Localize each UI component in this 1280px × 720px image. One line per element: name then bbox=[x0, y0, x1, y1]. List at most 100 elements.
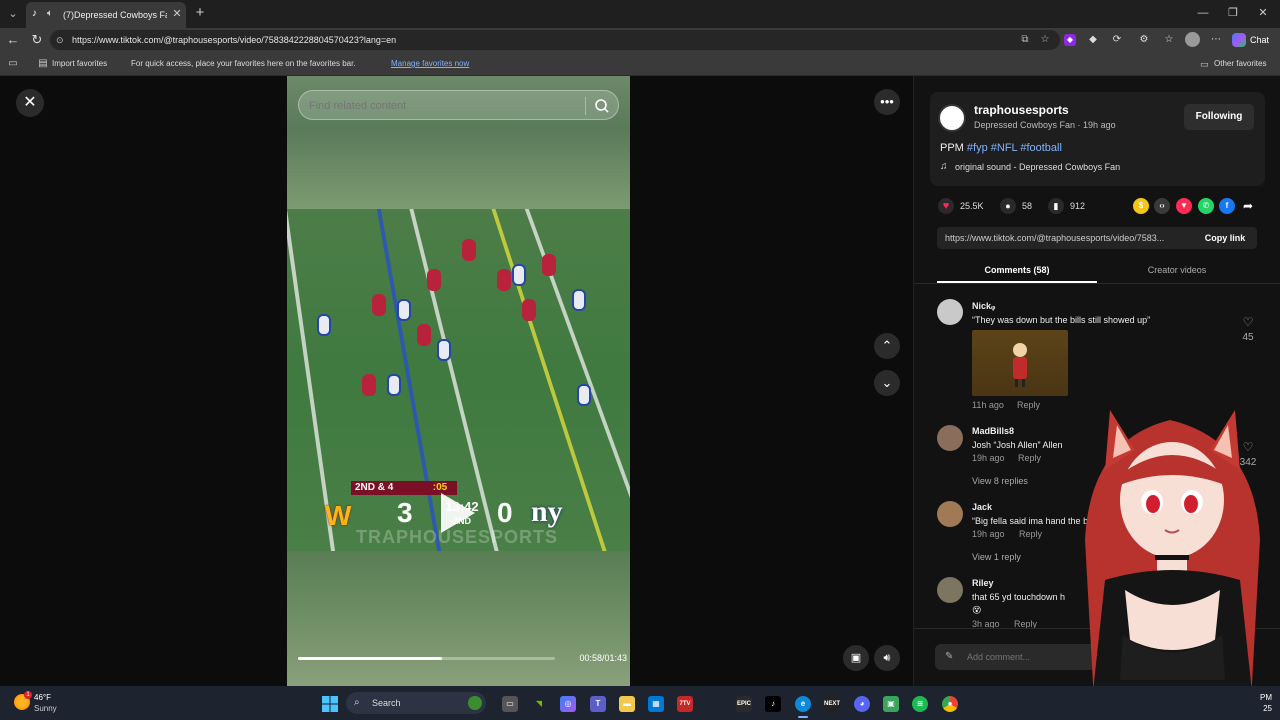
copilot-chat-button[interactable]: Chat bbox=[1232, 31, 1276, 49]
comment-reply-button[interactable]: Reply bbox=[1019, 528, 1059, 540]
video-progress-bar[interactable] bbox=[298, 657, 555, 660]
comment-like-heart-icon[interactable]: ♡ bbox=[1241, 315, 1255, 329]
epic-games-icon[interactable]: EPIC bbox=[736, 696, 752, 712]
microsoft-store-icon[interactable]: ▦ bbox=[648, 696, 664, 712]
facebook-icon[interactable]: f bbox=[1219, 198, 1235, 214]
comment-bubble-icon[interactable]: ● bbox=[1000, 198, 1016, 214]
taskbar-search-box[interactable]: ⌕ Search bbox=[346, 692, 486, 714]
minimize-window-icon[interactable]: — bbox=[1188, 4, 1218, 22]
comment-avatar[interactable] bbox=[937, 577, 963, 603]
previous-video-chevron-up-icon[interactable]: ⌃ bbox=[874, 333, 900, 359]
video-player[interactable]: 2ND & 4 :05 W 3 13:42 2ND 0 ny TRAPHOUSE… bbox=[287, 76, 630, 686]
caption-prefix: PPM bbox=[940, 142, 967, 154]
reload-icon[interactable]: ↻ bbox=[28, 31, 46, 49]
tab-creator-videos[interactable]: Creator videos bbox=[1097, 262, 1257, 278]
taskbar-time[interactable]: PM bbox=[1242, 693, 1272, 703]
comment-author[interactable]: Nickᵩ bbox=[972, 300, 1092, 312]
manage-favorites-link[interactable]: Manage favorites now bbox=[391, 57, 481, 71]
profile-avatar-icon[interactable] bbox=[1185, 32, 1200, 47]
7tv-app-icon[interactable]: 7TV bbox=[677, 696, 693, 712]
site-info-icon[interactable]: ⊙ bbox=[56, 33, 70, 47]
close-video-icon[interactable]: ✕ bbox=[16, 89, 44, 117]
audio-playing-icon[interactable]: 🔈︎ bbox=[47, 8, 59, 20]
like-heart-icon[interactable]: ♥ bbox=[938, 198, 954, 214]
spotify-app-icon[interactable]: ≋ bbox=[912, 696, 928, 712]
extension-tool-icon[interactable]: ⚙ bbox=[1136, 32, 1152, 48]
comment-avatar[interactable] bbox=[937, 299, 963, 325]
player bbox=[572, 289, 586, 311]
taskbar-date[interactable]: 25 bbox=[1242, 704, 1272, 714]
favorites-list-icon[interactable]: ☆ bbox=[1161, 32, 1177, 48]
extension-diamond-icon[interactable]: ◆ bbox=[1085, 32, 1101, 48]
task-view-icon[interactable]: ▭ bbox=[502, 696, 518, 712]
chrome-app-icon[interactable]: ● bbox=[942, 696, 958, 712]
next-app-icon[interactable]: NEXT bbox=[824, 696, 840, 712]
view-replies-button[interactable]: View 1 reply bbox=[972, 551, 1072, 563]
nvidia-app-icon[interactable]: ◥ bbox=[531, 696, 547, 712]
comment-avatar[interactable] bbox=[937, 425, 963, 451]
related-search-input[interactable] bbox=[309, 98, 569, 114]
view-replies-button[interactable]: View 8 replies bbox=[972, 475, 1072, 487]
favorite-star-icon[interactable]: ☆ bbox=[1038, 33, 1052, 47]
import-favorites-link[interactable]: Import favorites bbox=[52, 57, 122, 71]
author-username[interactable]: traphousesports bbox=[974, 102, 1154, 118]
back-arrow-icon[interactable]: ← bbox=[4, 31, 22, 49]
mention-icon: ✎ bbox=[945, 651, 954, 662]
restore-window-icon[interactable]: ❐ bbox=[1218, 4, 1248, 22]
open-in-app-icon[interactable]: ⧉ bbox=[1018, 33, 1032, 47]
more-options-icon[interactable]: ••• bbox=[874, 89, 900, 115]
hashtag-link[interactable]: #fyp bbox=[967, 142, 988, 154]
tab-close-icon[interactable]: ✕ bbox=[170, 7, 184, 21]
other-favorites-link[interactable]: Other favorites bbox=[1214, 57, 1276, 71]
folder-icon: ▭ bbox=[1200, 59, 1209, 69]
sound-link[interactable]: original sound - Depressed Cowboys Fan bbox=[955, 160, 1215, 174]
share-coin-icon[interactable]: $ bbox=[1133, 198, 1149, 214]
comment-reply-button[interactable]: Reply bbox=[1017, 399, 1057, 411]
taskbar-search-label: Search bbox=[372, 698, 401, 708]
comment-text: “They was down but the bills still showe… bbox=[972, 315, 1151, 325]
windows-start-icon[interactable] bbox=[322, 696, 338, 712]
whatsapp-icon[interactable]: ✆ bbox=[1198, 198, 1214, 214]
hashtag-link[interactable]: #football bbox=[1020, 142, 1062, 154]
address-bar[interactable]: ⊙ https://www.tiktok.com/@traphousesport… bbox=[50, 30, 1060, 50]
play-icon[interactable] bbox=[437, 491, 477, 535]
related-search-box[interactable] bbox=[298, 90, 619, 120]
volume-icon[interactable]: 🔊︎ bbox=[874, 645, 900, 671]
comment-reply-button[interactable]: Reply bbox=[1018, 452, 1058, 464]
following-button[interactable]: Following bbox=[1184, 104, 1254, 130]
copy-link-button[interactable]: Copy link bbox=[1195, 231, 1255, 245]
share-arrow-icon[interactable]: ➦ bbox=[1240, 198, 1256, 214]
more-menu-icon[interactable]: ⋯ bbox=[1208, 32, 1224, 48]
hashtag-link[interactable]: #NFL bbox=[991, 142, 1018, 154]
comment-avatar[interactable] bbox=[937, 501, 963, 527]
discord-app-icon[interactable]: ◕ bbox=[854, 696, 870, 712]
tab-comments[interactable]: Comments (58) bbox=[937, 262, 1097, 278]
tiktok-app-icon[interactable]: ♪ bbox=[765, 696, 781, 712]
favorites-bar: ▭ ▤ Import favorites For quick access, p… bbox=[0, 52, 1280, 76]
weather-temperature[interactable]: 46°F bbox=[34, 693, 64, 703]
share-link-url[interactable]: https://www.tiktok.com/@traphousesports/… bbox=[945, 231, 1189, 245]
search-icon[interactable] bbox=[593, 97, 611, 115]
picture-in-picture-icon[interactable]: ▣ bbox=[843, 645, 869, 671]
author-avatar[interactable] bbox=[938, 104, 966, 132]
share-send-icon[interactable]: ▼ bbox=[1176, 198, 1192, 214]
comment-gif[interactable] bbox=[972, 330, 1068, 396]
extension-puzzle-icon[interactable]: ⟳ bbox=[1109, 32, 1125, 48]
teams-app-icon[interactable]: T bbox=[590, 696, 606, 712]
weather-condition[interactable]: Sunny bbox=[34, 704, 64, 714]
next-video-chevron-down-icon[interactable]: ⌄ bbox=[874, 370, 900, 396]
close-window-icon[interactable]: ✕ bbox=[1248, 4, 1278, 22]
new-tab-plus-icon[interactable]: + bbox=[192, 5, 208, 21]
app-green-icon[interactable]: ▣ bbox=[883, 696, 899, 712]
file-explorer-icon[interactable]: ▬ bbox=[619, 696, 635, 712]
bookmark-icon[interactable]: ▮ bbox=[1048, 198, 1064, 214]
address-bar-url[interactable]: https://www.tiktok.com/@traphousesports/… bbox=[72, 33, 772, 47]
embed-code-icon[interactable]: ‹› bbox=[1154, 198, 1170, 214]
tab-list-chevron-icon[interactable]: ⌄ bbox=[4, 5, 22, 23]
import-favorites-icon[interactable]: ▤ bbox=[36, 57, 50, 71]
edge-browser-icon[interactable]: e bbox=[795, 696, 811, 712]
copilot-app-icon[interactable]: ◎ bbox=[560, 696, 576, 712]
extension-purple-icon[interactable]: ◆ bbox=[1064, 34, 1076, 46]
reading-view-icon[interactable]: ▭ bbox=[6, 57, 20, 71]
browser-tab-active[interactable]: ♪ 🔈︎ (7)Depressed Cowboys Fan (@ ✕ bbox=[26, 2, 186, 28]
